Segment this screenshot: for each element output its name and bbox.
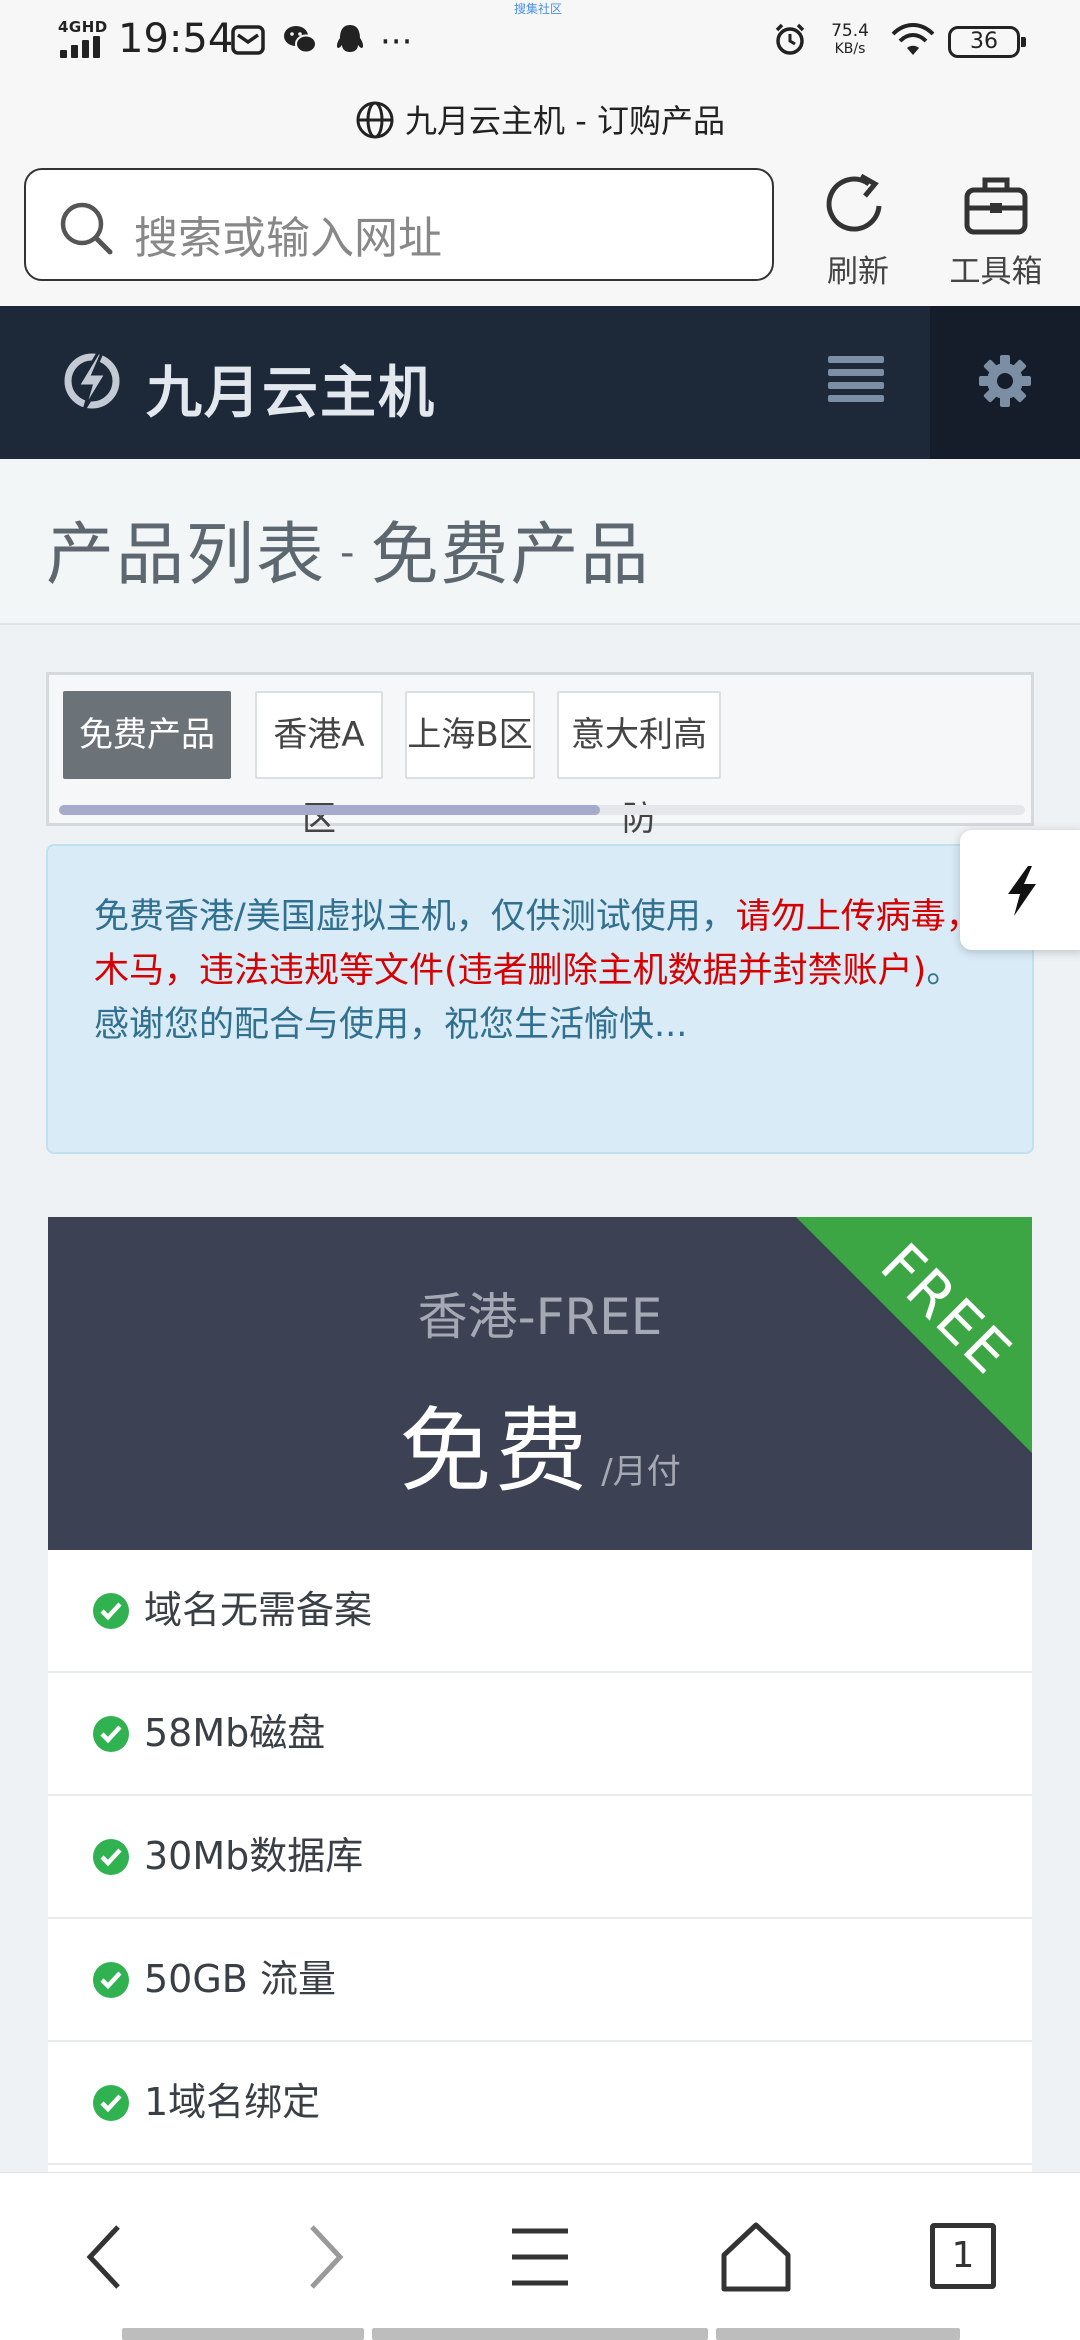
menu-button[interactable] (828, 356, 884, 406)
toolbox-button[interactable]: 工具箱 (936, 170, 1056, 291)
settings-button[interactable] (930, 306, 1080, 459)
browser-bottom-nav: 1 (0, 2172, 1080, 2340)
price-amount: 免费 (399, 1398, 592, 1505)
wifi-icon (891, 23, 935, 55)
check-circle-icon (93, 1962, 129, 1998)
gesture-bar (716, 2328, 960, 2340)
check-circle-icon (93, 1716, 129, 1752)
tab-italy-ddos[interactable]: 意大利高防 (557, 691, 721, 839)
tab-hongkong-a[interactable]: 香港A区 (255, 691, 383, 839)
address-bar[interactable]: 搜索或输入网址 (24, 168, 774, 281)
wechat-icon (284, 26, 317, 54)
tab-free-products[interactable]: 免费产品 (63, 691, 231, 779)
gesture-bar (372, 2328, 708, 2340)
more-notifications-icon: ··· (380, 22, 413, 62)
status-top-text: 搜集社区 (514, 2, 563, 16)
check-circle-icon (93, 1593, 129, 1629)
floating-flash-button[interactable] (960, 830, 1080, 950)
toolbox-label: 工具箱 (949, 254, 1043, 290)
net-speed: 75.4 KB/s (831, 21, 869, 57)
tabs-scrollbar-thumb[interactable] (59, 805, 600, 815)
product-card: 香港-FREE 免费/月付 FREE 域名无需备案 58Mb磁盘 30Mb数据库… (48, 1217, 1032, 2217)
mail-icon (231, 25, 265, 55)
check-circle-icon (93, 1839, 129, 1875)
feature-item: 域名无需备案 (48, 1550, 1032, 1673)
price-period: /月付 (601, 1452, 681, 1492)
refresh-button[interactable]: 刷新 (798, 170, 918, 291)
browser-toolbar: 搜索或输入网址 刷新 工具箱 (0, 160, 1080, 306)
tab-shanghai-b[interactable]: 上海B区 (405, 691, 535, 779)
home-icon[interactable] (716, 2217, 796, 2297)
network-type: 4GHD (58, 18, 108, 36)
back-icon[interactable] (66, 2217, 146, 2297)
forward-icon[interactable] (284, 2217, 364, 2297)
tabs-scrollbar[interactable] (59, 805, 1025, 815)
search-icon (60, 202, 113, 255)
tabs-count-button[interactable]: 1 (930, 2223, 996, 2289)
qq-icon (336, 25, 364, 52)
refresh-icon (826, 173, 882, 232)
alert-text-1: 免费香港/美国虚拟主机，仅供测试使用， (94, 897, 736, 937)
info-alert: 免费香港/美国虚拟主机，仅供测试使用，请勿上传病毒，木马，违法违规等文件(违者删… (46, 844, 1034, 1154)
clock: 19:54 (118, 16, 234, 62)
gesture-bar (122, 2328, 364, 2340)
globe-icon (356, 101, 394, 139)
alarm-icon (775, 23, 805, 55)
toolbox-icon (964, 177, 1028, 235)
flash-logo-icon (64, 351, 120, 411)
product-tabs: 免费产品 香港A区 上海B区 意大利高防 (46, 672, 1034, 839)
refresh-label: 刷新 (827, 254, 889, 290)
signal-icon (60, 36, 106, 58)
check-circle-icon (93, 2085, 129, 2121)
site-header: 九月云主机 (0, 306, 1080, 459)
battery-icon: 36 (948, 26, 1026, 58)
feature-item: 58Mb磁盘 (48, 1673, 1032, 1796)
lightning-icon (1008, 866, 1036, 916)
feature-item: 30Mb数据库 (48, 1796, 1032, 1919)
feature-item: 1域名绑定 (48, 2042, 1032, 2165)
page-title: 九月云主机 - 订购产品 (405, 102, 725, 140)
feature-item: 50GB 流量 (48, 1919, 1032, 2042)
page-heading: 产品列表 - 免费产品 (46, 516, 651, 595)
free-ribbon: FREE (796, 1217, 1032, 1453)
address-placeholder: 搜索或输入网址 (134, 213, 442, 264)
gear-icon (979, 355, 1031, 407)
product-card-header: 香港-FREE 免费/月付 FREE (48, 1217, 1032, 1550)
page-heading-section: 产品列表 - 免费产品 (0, 459, 1080, 625)
status-bar: 4GHD 19:54 ··· 搜集社区 75.4 KB/s 36 (0, 0, 1080, 84)
site-name[interactable]: 九月云主机 (146, 348, 436, 429)
menu-icon[interactable] (500, 2217, 580, 2297)
browser-title-bar: 九月云主机 - 订购产品 (0, 84, 1080, 160)
